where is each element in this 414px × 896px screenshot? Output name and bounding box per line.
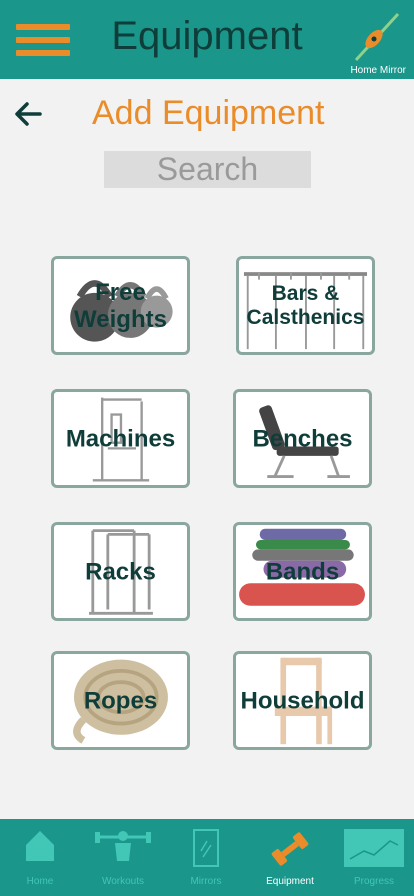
nav-equipment[interactable]: Equipment <box>250 819 330 896</box>
tile-label: Benches <box>252 425 353 452</box>
nav-progress[interactable]: Progress <box>334 819 414 896</box>
nav-mirrors[interactable]: Mirrors <box>166 819 246 896</box>
tile-ropes[interactable]: Ropes <box>51 651 190 750</box>
tile-label: Household <box>240 687 365 714</box>
home-mirror-label: Home Mirror <box>350 65 406 76</box>
tile-household[interactable]: Household <box>233 651 372 750</box>
mirror-icon <box>193 829 219 867</box>
page-title: Add Equipment <box>92 94 325 132</box>
tile-bands[interactable]: Bands <box>233 522 372 621</box>
tile-label: Bars & Calsthenics <box>246 281 365 329</box>
mirror-wand-icon <box>354 12 400 62</box>
tile-label: Free Weights <box>74 278 167 333</box>
tile-label: Machines <box>65 425 176 452</box>
nav-label: Home <box>26 876 54 887</box>
nav-label: Equipment <box>266 876 314 887</box>
back-arrow-icon[interactable] <box>12 98 44 130</box>
search-input[interactable] <box>104 151 311 188</box>
app-header: Equipment Home Mirror <box>0 0 414 79</box>
chart-icon <box>344 829 404 867</box>
nav-label: Mirrors <box>190 876 222 887</box>
nav-workouts[interactable]: Workouts <box>83 819 163 896</box>
tile-machines[interactable]: Machines <box>51 389 190 488</box>
tile-label: Ropes <box>83 687 158 714</box>
tile-free-weights[interactable]: Free Weights <box>51 256 190 355</box>
tile-bars-calsthenics[interactable]: Bars & Calsthenics <box>236 256 375 355</box>
tile-label: Racks <box>85 558 156 585</box>
tile-racks[interactable]: Racks <box>51 522 190 621</box>
home-mirror-button[interactable]: Home Mirror <box>342 8 406 78</box>
weightlifter-icon <box>95 831 151 861</box>
nav-home[interactable]: Home <box>0 819 80 896</box>
tile-label: Bands <box>265 558 340 585</box>
nav-label: Workouts <box>101 876 145 887</box>
nav-label: Progress <box>353 876 394 887</box>
home-icon <box>26 831 54 861</box>
tile-benches[interactable]: Benches <box>233 389 372 488</box>
dumbbell-icon <box>271 832 309 866</box>
bottom-nav: Home Workouts Mirrors Equipment Progress <box>0 819 414 896</box>
